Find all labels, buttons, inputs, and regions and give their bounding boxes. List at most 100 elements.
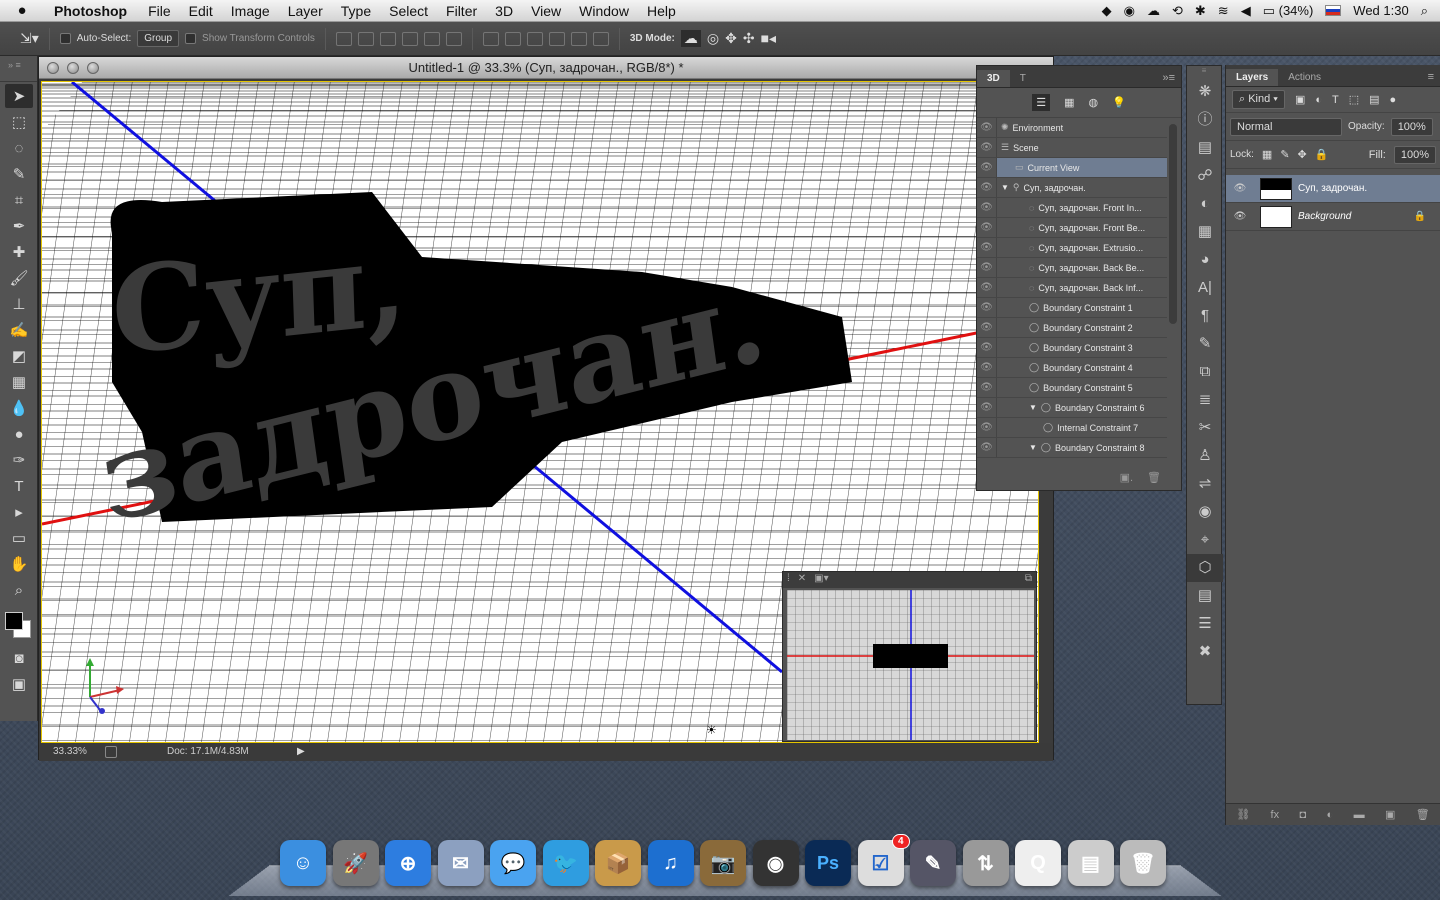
visibility-eye-icon[interactable]: 👁 (977, 258, 997, 277)
history-brush-icon[interactable]: ✍ (5, 318, 33, 342)
filter-shape-icon[interactable]: ⬚ (1349, 93, 1359, 106)
hand-tool-icon[interactable]: ✋ (5, 552, 33, 576)
link-layers-icon[interactable]: ⛓ (1236, 808, 1250, 821)
visibility-eye-icon[interactable]: 👁 (977, 318, 997, 337)
secondary-view-canvas[interactable] (787, 590, 1034, 740)
lock-position-icon[interactable]: ✥ (1298, 148, 1307, 161)
status-menu-arrow-icon[interactable]: ▶ (297, 743, 305, 761)
volume-icon[interactable]: ◀ (1241, 3, 1251, 19)
3d-scene-row[interactable]: 👁 ◌ Суп, задрочан. Front In... (977, 198, 1167, 218)
pen-tool-icon[interactable]: ✑ (5, 448, 33, 472)
new-group-icon[interactable]: ▬ (1354, 809, 1365, 821)
visibility-eye-icon[interactable]: 👁 (977, 218, 997, 237)
zoom-level-field[interactable]: 33.33% (53, 743, 87, 761)
align-top-icon[interactable] (335, 31, 352, 46)
3d-scene-row[interactable]: 👁 ◯ Boundary Constraint 4 (977, 358, 1167, 378)
finder-icon[interactable]: ☺ (280, 840, 326, 886)
distribute-vcenter-icon[interactable] (504, 31, 521, 46)
visibility-eye-icon[interactable]: 👁 (977, 158, 997, 177)
messages-icon[interactable]: 💬 (490, 840, 536, 886)
marquee-tool-icon[interactable]: ⬚ (5, 110, 33, 134)
paragraph-icon[interactable]: ¶ (1187, 302, 1223, 330)
delete-layer-icon[interactable]: 🗑 (1416, 808, 1430, 821)
twitter-icon[interactable]: 🐦 (542, 840, 589, 886)
3d-scene-row[interactable]: 👁 ☰ Scene (977, 138, 1167, 158)
3d-scene-row[interactable]: 👁 ✺ Environment (977, 118, 1167, 138)
3d-scene-row[interactable]: 👁 ◯ Internal Constraint 7 (977, 418, 1167, 438)
quick-select-tool-icon[interactable]: ✎ (5, 162, 33, 186)
menu-view[interactable]: View (522, 3, 570, 19)
wifi-icon[interactable]: ≋ (1218, 3, 1229, 19)
filter-lights-icon[interactable]: 💡 (1112, 96, 1126, 109)
close-view-icon[interactable]: ✕ (798, 573, 806, 587)
fill-field[interactable]: 100% (1393, 145, 1436, 164)
menubar-clock[interactable]: Wed 1:30 (1353, 3, 1408, 18)
eraser-tool-icon[interactable]: ◩ (5, 344, 33, 368)
bluetooth-icon[interactable]: ✱ (1195, 3, 1206, 19)
visibility-eye-icon[interactable]: 👁 (1226, 183, 1254, 194)
launchpad-icon[interactable]: 🚀 (332, 840, 379, 886)
delete-icon[interactable]: 🗑 (1147, 471, 1161, 484)
panel-grip-icon[interactable]: ⁞ (787, 573, 790, 587)
lasso-tool-icon[interactable]: ◌ (5, 136, 33, 160)
auto-select-target-dropdown[interactable]: Group (137, 30, 180, 47)
shape-tool-icon[interactable]: ▭ (5, 526, 33, 550)
screen-mode-icon[interactable]: ▣ (5, 672, 33, 696)
visibility-eye-icon[interactable]: 👁 (1226, 211, 1254, 222)
move-tool-icon[interactable]: ➤ (5, 84, 33, 108)
adjustments-icon[interactable]: ☍ (1187, 162, 1223, 190)
visibility-eye-icon[interactable]: 👁 (977, 238, 997, 257)
align-right-icon[interactable] (445, 31, 462, 46)
document-title-bar[interactable]: Untitled-1 @ 33.3% (Суп, задрочан., RGB/… (39, 57, 1053, 79)
3d-scene-row[interactable]: 👁 ◌ Суп, задрочан. Front Be... (977, 218, 1167, 238)
clone-source-icon[interactable]: ⧉ (1187, 358, 1223, 386)
menu-3d[interactable]: 3D (486, 3, 522, 19)
quick-mask-icon[interactable]: ◙ (5, 646, 33, 670)
time-machine-icon[interactable]: ⟲ (1172, 3, 1183, 19)
healing-tool-icon[interactable]: ✚ (5, 240, 33, 264)
3d-scene-row[interactable]: 👁 ◯ Boundary Constraint 3 (977, 338, 1167, 358)
menu-select[interactable]: Select (380, 3, 437, 19)
filter-meshes-icon[interactable]: ▦ (1064, 96, 1074, 109)
lock-pixels-icon[interactable]: ✎ (1280, 148, 1289, 161)
visibility-eye-icon[interactable]: 👁 (977, 278, 997, 297)
status-icon[interactable]: ◉ (1124, 3, 1135, 19)
3d-panel-icon[interactable]: ❋ (1187, 78, 1223, 106)
blur-tool-icon[interactable]: 💧 (5, 396, 33, 420)
menu-type[interactable]: Type (332, 3, 380, 19)
facetime-icon[interactable]: ◉ (752, 840, 799, 886)
crop-tool-icon[interactable]: ⌗ (5, 188, 33, 212)
measurement-icon[interactable]: ⌖ (1187, 526, 1223, 554)
path-select-tool-icon[interactable]: ▸ (5, 500, 33, 524)
channels-icon[interactable]: ≣ (1187, 386, 1223, 414)
3d-scale-icon[interactable]: ■◂ (761, 30, 776, 47)
tab-3d[interactable]: 3D (977, 70, 1010, 87)
puppet-icon[interactable]: ♙ (1187, 442, 1223, 470)
visibility-eye-icon[interactable]: 👁 (977, 438, 997, 457)
kind-filter-dropdown[interactable]: ⌕ Kind ▾ (1232, 90, 1285, 109)
distribute-left-icon[interactable] (548, 31, 565, 46)
filter-toggle-icon[interactable]: ● (1390, 94, 1397, 106)
trash-icon[interactable]: 🗑 (1120, 840, 1166, 886)
cloud-icon[interactable]: ☁ (1147, 3, 1160, 19)
brush-tool-icon[interactable]: 🖌 (5, 266, 33, 290)
swatches-icon[interactable]: ▤ (1187, 134, 1223, 162)
align-left-icon[interactable] (401, 31, 418, 46)
instruments-icon[interactable]: ✎ (910, 840, 956, 886)
3d-scene-row[interactable]: 👁 ▭ Current View (977, 158, 1167, 178)
3d-panel-scrollbar[interactable] (1169, 124, 1177, 324)
3d-scene-row[interactable]: 👁 ▼ ⚲ Суп, задрочан. (977, 178, 1167, 198)
filter-smart-icon[interactable]: ▤ (1369, 93, 1379, 106)
tools-icon[interactable]: ✖ (1187, 638, 1223, 666)
character-icon[interactable]: A| (1187, 274, 1223, 302)
notes-icon[interactable]: ▤ (1187, 582, 1223, 610)
3d-roll-icon[interactable]: ◎ (707, 30, 719, 47)
layer-style-icon[interactable]: fx (1271, 809, 1280, 821)
layer-row[interactable]: 👁 Background 🔒 (1226, 203, 1440, 231)
visibility-eye-icon[interactable]: 👁 (977, 378, 997, 397)
dropbox-icon[interactable]: ◆ (1102, 3, 1112, 19)
eyedropper-tool-icon[interactable]: ✒ (5, 214, 33, 238)
foreground-color-swatch[interactable] (5, 612, 23, 630)
tab-layers[interactable]: Layers (1226, 69, 1279, 86)
distribute-bottom-icon[interactable] (526, 31, 543, 46)
